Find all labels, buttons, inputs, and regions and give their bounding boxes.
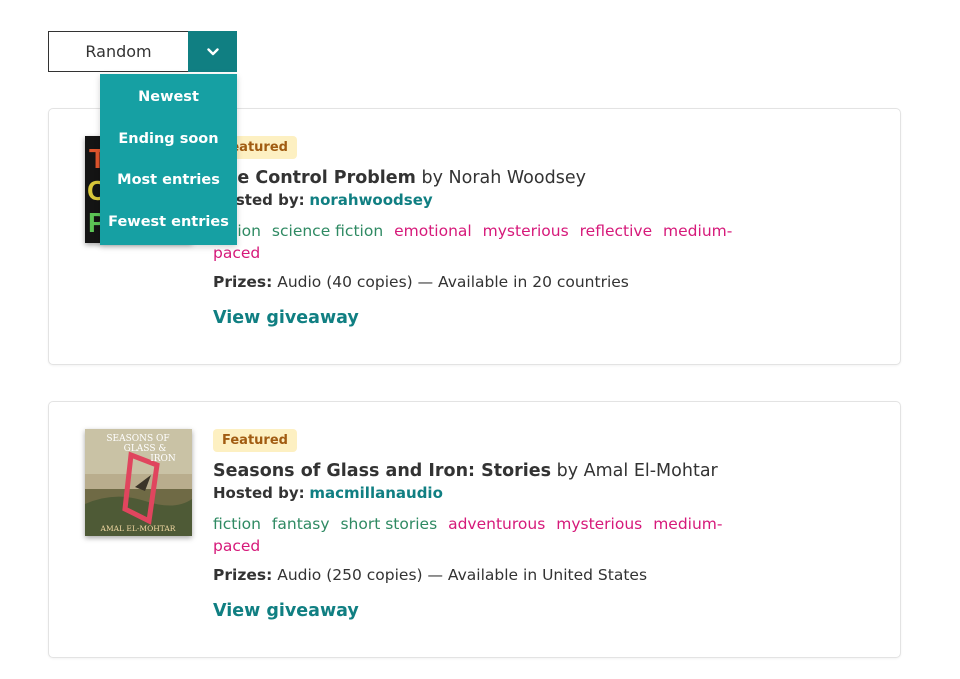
sort-selected-value[interactable]: Random	[48, 31, 188, 72]
book-author[interactable]: Norah Woodsey	[449, 168, 586, 188]
mood-tag[interactable]: emotional	[394, 222, 472, 240]
prizes-info: Prizes: Audio (40 copies) — Available in…	[213, 272, 753, 292]
book-by: by	[421, 168, 443, 188]
prizes-label: Prizes:	[213, 273, 273, 291]
prizes-label: Prizes:	[213, 566, 273, 584]
cover-title-line3: IRON	[150, 454, 176, 464]
hosted-by-label: Hosted by:	[213, 484, 305, 502]
genre-tag[interactable]: fantasy	[272, 515, 330, 533]
cover-author: AMAL EL-MOHTAR	[100, 524, 176, 533]
genre-tag[interactable]: science fiction	[272, 222, 383, 240]
hosted-by: Hosted by: norahwoodsey	[213, 190, 753, 210]
chevron-down-icon	[206, 47, 219, 55]
book-title[interactable]: Seasons of Glass and Iron: Stories	[213, 461, 551, 481]
prizes-text: Audio (40 copies) — Available in 20 coun…	[277, 273, 629, 291]
mood-tag[interactable]: reflective	[580, 222, 652, 240]
view-giveaway-link[interactable]: View giveaway	[213, 308, 359, 328]
hosted-by: Hosted by: macmillanaudio	[213, 483, 753, 503]
tag-list: fiction science fiction emotional myster…	[213, 220, 753, 264]
book-title-line: The Control Problem by Norah Woodsey	[213, 167, 753, 189]
featured-badge: Featured	[213, 429, 297, 452]
mood-tag[interactable]: mysterious	[483, 222, 569, 240]
book-author[interactable]: Amal El-Mohtar	[584, 461, 718, 481]
sort-dropdown[interactable]: Random	[48, 31, 237, 72]
sort-option-fewest-entries[interactable]: Fewest entries	[100, 207, 237, 237]
sort-options-menu: Newest Ending soon Most entries Fewest e…	[100, 74, 237, 245]
genre-tag[interactable]: short stories	[340, 515, 437, 533]
sort-option-most-entries[interactable]: Most entries	[100, 165, 237, 195]
giveaway-details: Featured Seasons of Glass and Iron: Stor…	[213, 429, 753, 621]
sort-toggle-button[interactable]	[188, 31, 237, 72]
tag-list: fiction fantasy short stories adventurou…	[213, 513, 753, 557]
mood-tag[interactable]: mysterious	[556, 515, 642, 533]
genre-tag[interactable]: fiction	[213, 515, 261, 533]
host-link[interactable]: norahwoodsey	[309, 191, 432, 209]
host-link[interactable]: macmillanaudio	[309, 484, 442, 502]
cover-title-line2: GLASS &	[124, 444, 167, 454]
book-title-line: Seasons of Glass and Iron: Stories by Am…	[213, 460, 753, 482]
book-cover[interactable]: SEASONS OF GLASS & IRON AMAL EL-MOHTAR	[85, 429, 192, 536]
prizes-text: Audio (250 copies) — Available in United…	[277, 566, 648, 584]
giveaway-details: Featured The Control Problem by Norah Wo…	[213, 136, 753, 328]
sort-option-newest[interactable]: Newest	[100, 82, 237, 112]
sort-option-ending-soon[interactable]: Ending soon	[100, 124, 237, 154]
giveaway-card: SEASONS OF GLASS & IRON AMAL EL-MOHTAR F…	[48, 401, 901, 658]
book-by: by	[556, 461, 579, 481]
mood-tag[interactable]: adventurous	[448, 515, 545, 533]
view-giveaway-link[interactable]: View giveaway	[213, 601, 359, 621]
cover-title-line1: SEASONS OF	[106, 434, 169, 444]
prizes-info: Prizes: Audio (250 copies) — Available i…	[213, 565, 753, 585]
book-title[interactable]: The Control Problem	[213, 168, 416, 188]
